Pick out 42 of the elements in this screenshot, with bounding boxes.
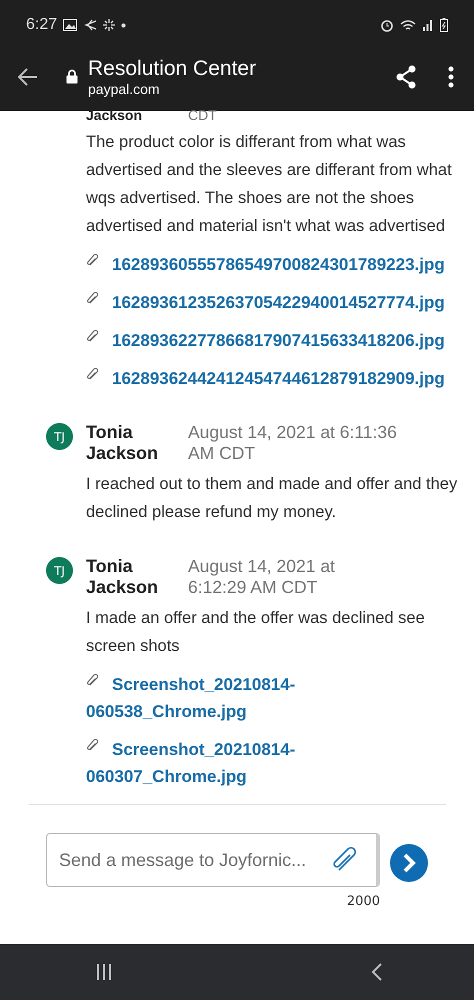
more-menu-icon[interactable]: [448, 66, 454, 88]
message-text: The product color is differant from what was advertised and the sleeves are differant from what wqs advertised. The shoes are not the shoes advertised and material isn't what was advertised: [86, 132, 453, 237]
message-time: August 14, 2021 at 6:12:29 AM CDT: [188, 556, 336, 598]
attachment-link[interactable]: Screenshot_20210814-060538_Chrome.jpg: [86, 671, 326, 725]
attachment-link[interactable]: 16289362442412454744612879182909.jpg: [86, 365, 445, 392]
send-button[interactable]: [390, 844, 428, 882]
paperclip-icon: [86, 738, 100, 752]
message-text: I reached out to them and made and offer and they declined please refund my money.: [86, 474, 458, 523]
paperclip-icon: [86, 329, 100, 343]
attachment-link[interactable]: 16289361235263705422940014527774.jpg: [86, 289, 445, 316]
paperclip-icon: [86, 253, 100, 267]
image-icon: [63, 19, 78, 31]
status-time: 6:27: [26, 16, 58, 34]
avatar: TJ: [46, 423, 73, 450]
message-text: I made an offer and the offer was declined see screen shots: [86, 608, 426, 657]
paperclip-icon: [86, 673, 100, 687]
page-url: paypal.com: [88, 80, 161, 96]
lock-icon: [66, 69, 78, 84]
alarm-icon: [380, 18, 394, 32]
attachment-link[interactable]: 16289360555786549700824301789223.jpg: [86, 251, 445, 278]
sender-name: Tonia Jackson: [86, 556, 160, 598]
sender-name: Tonia Jackson: [86, 422, 160, 464]
recent-apps-icon[interactable]: [95, 963, 113, 981]
share-icon[interactable]: [394, 64, 418, 88]
wifi-icon: [400, 18, 416, 32]
avatar: TJ: [46, 557, 73, 584]
attachment-link[interactable]: 16289362277866817907415633418206.jpg: [86, 327, 445, 354]
paperclip-icon: [86, 367, 100, 381]
page-title: Resolution Center: [88, 56, 258, 80]
attachment-link[interactable]: Screenshot_20210814-060307_Chrome.jpg: [86, 736, 326, 790]
message-field[interactable]: Send a message to Joyfornic...: [46, 833, 380, 887]
message-time: CDT: [188, 111, 218, 120]
sparkle-icon: [103, 19, 116, 31]
message-time: August 14, 2021 at 6:11:36 AM CDT: [188, 422, 398, 464]
signal-bars-icon: [422, 19, 434, 31]
back-icon[interactable]: [371, 963, 383, 981]
paperclip-icon: [86, 291, 100, 305]
dot-icon: [121, 22, 126, 28]
back-arrow-icon[interactable]: [18, 68, 38, 86]
battery-icon: [440, 18, 448, 32]
character-counter: 2000: [346, 894, 380, 909]
sender-name: Jackson: [86, 111, 144, 120]
